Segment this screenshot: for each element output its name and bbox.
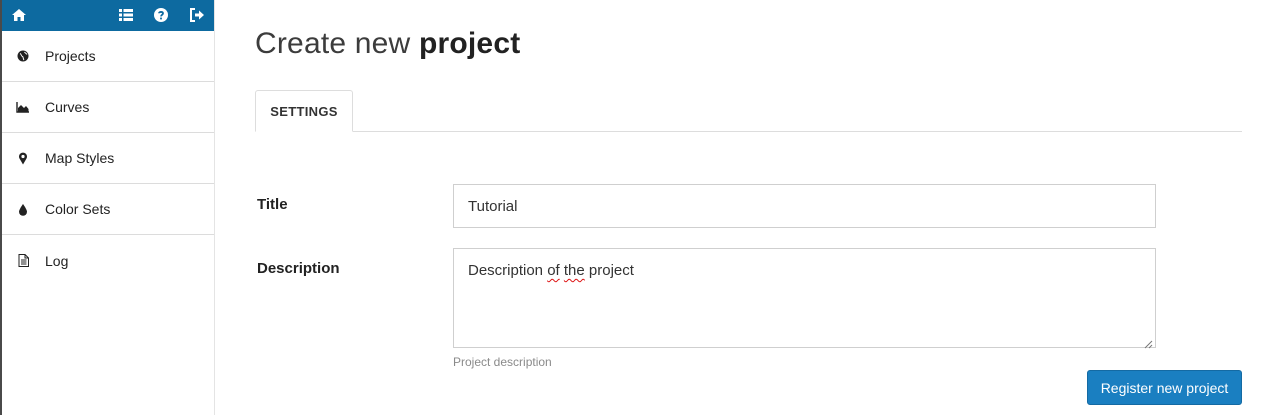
sidebar-item-map-styles[interactable]: Map Styles: [2, 133, 214, 184]
sidebar-item-log[interactable]: Log: [2, 235, 214, 286]
title-field[interactable]: Tutorial: [453, 184, 1156, 228]
page-title-light: Create new: [255, 27, 411, 60]
sidebar-topbar: [2, 0, 214, 31]
spellcheck-word: the: [563, 262, 585, 279]
sidebar-item-projects[interactable]: Projects: [2, 31, 214, 82]
sidebar-item-curves[interactable]: Curves: [2, 82, 214, 133]
sidebar-nav: Projects Curves Map Styles Color Sets Lo…: [2, 31, 214, 286]
page-title-bold: project: [418, 27, 521, 60]
title-field-value: Tutorial: [468, 197, 518, 215]
description-text-part: project: [584, 262, 634, 279]
sidebar-item-label: Curves: [45, 99, 90, 115]
main-content: Create new project SETTINGS Title Tutori…: [215, 0, 1266, 415]
description-field-value: Description of the project: [468, 262, 634, 279]
globe-icon: [16, 49, 30, 63]
area-chart-icon: [16, 100, 30, 114]
tab-settings[interactable]: SETTINGS: [255, 90, 353, 132]
title-label: Title: [257, 196, 288, 213]
sidebar-item-label: Projects: [45, 48, 96, 64]
tab-bar: SETTINGS: [255, 90, 1242, 132]
app-window: Projects Curves Map Styles Color Sets Lo…: [0, 0, 1266, 415]
map-marker-icon: [16, 151, 30, 165]
home-icon[interactable]: [11, 7, 27, 23]
sidebar: Projects Curves Map Styles Color Sets Lo…: [2, 0, 215, 415]
description-text-part: Description: [468, 262, 548, 279]
file-text-icon: [16, 254, 30, 268]
sidebar-item-label: Map Styles: [45, 150, 115, 166]
description-help-text: Project description: [453, 355, 552, 369]
sidebar-item-label: Color Sets: [45, 201, 111, 217]
resize-handle-icon[interactable]: [1144, 336, 1153, 349]
register-project-button[interactable]: Register new project: [1087, 370, 1242, 405]
page-title: Create new project: [255, 27, 520, 61]
description-label: Description: [257, 260, 340, 277]
help-icon[interactable]: [153, 7, 169, 23]
sidebar-item-color-sets[interactable]: Color Sets: [2, 184, 214, 235]
sidebar-item-label: Log: [45, 252, 69, 269]
tint-icon: [16, 202, 30, 216]
spellcheck-word: of: [547, 262, 560, 279]
description-field[interactable]: Description of the project: [453, 248, 1156, 349]
list-icon[interactable]: [118, 7, 134, 23]
logout-icon[interactable]: [189, 7, 205, 23]
